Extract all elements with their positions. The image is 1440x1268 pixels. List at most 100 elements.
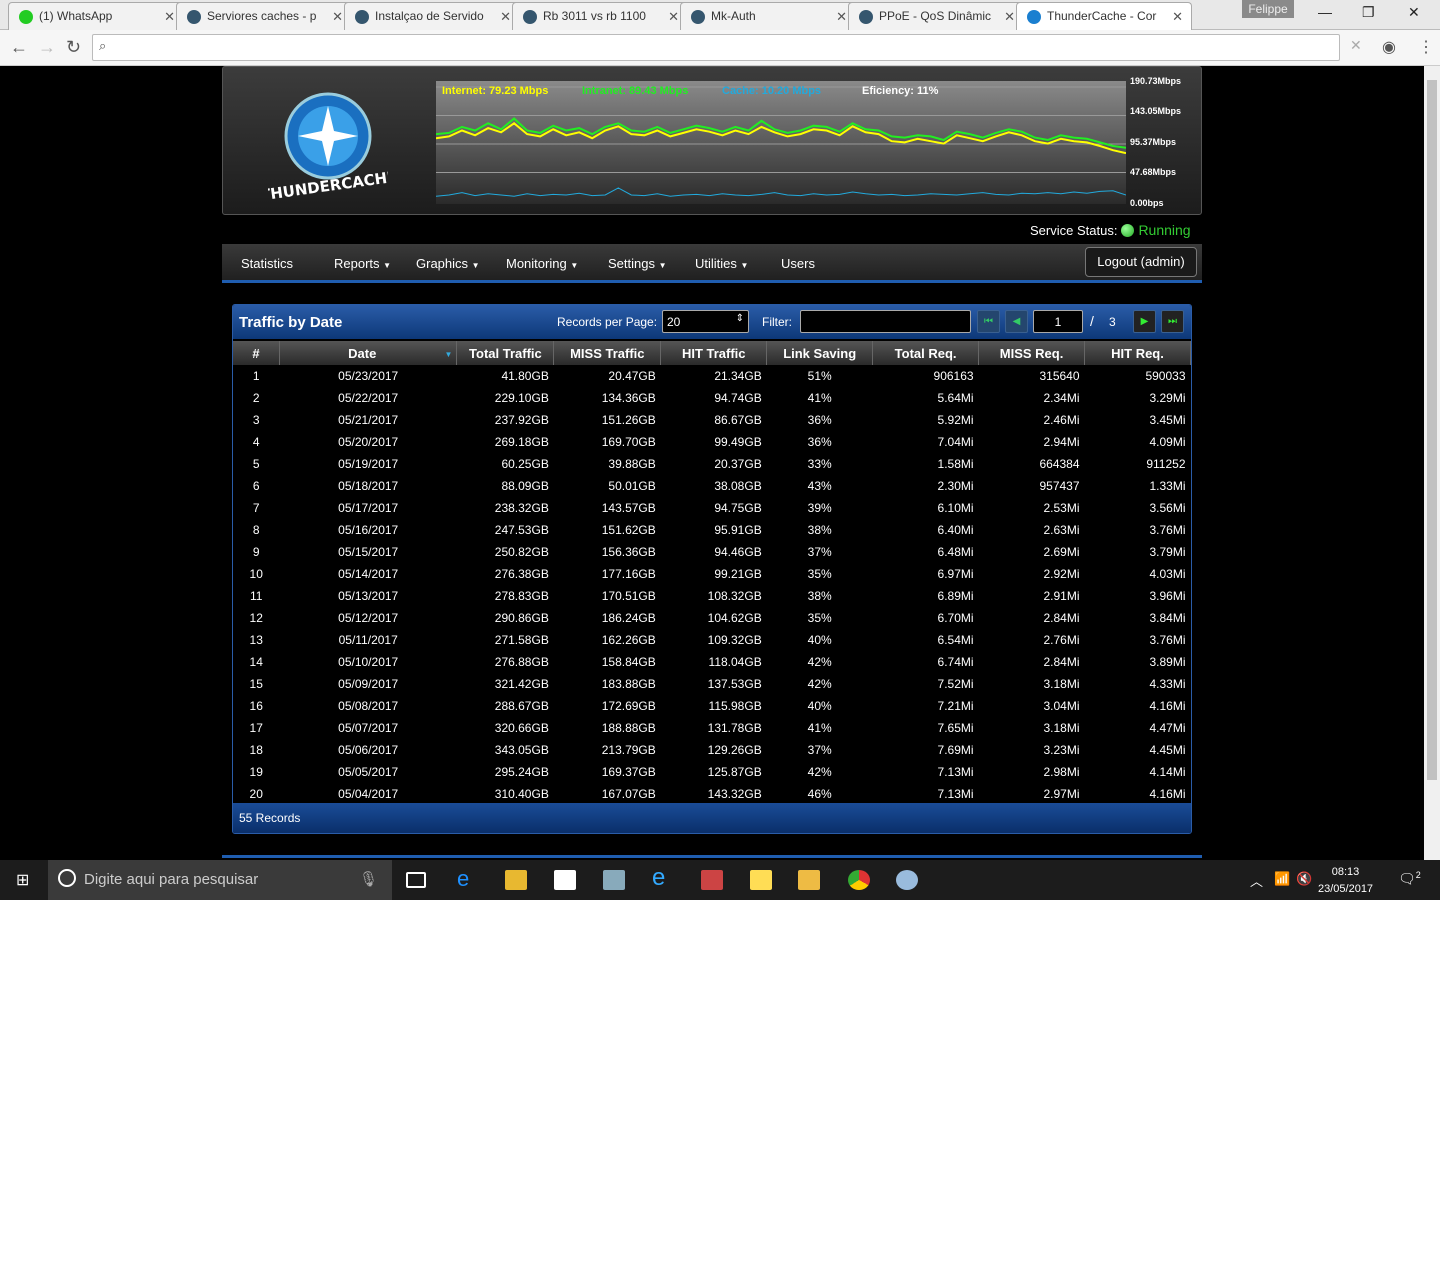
table-row[interactable]: 15 05/09/2017 321.42GB 183.88GB 137.53GB 42% 7…	[233, 673, 1191, 695]
close-window-button[interactable]: ✕	[1408, 4, 1420, 21]
internet-explorer-icon[interactable]: e	[652, 864, 674, 891]
browser-tab[interactable]: ThunderCache - Cor ✕	[1016, 2, 1192, 31]
table-row[interactable]: 19 05/05/2017 295.24GB 169.37GB 125.87GB 42% 7…	[233, 761, 1191, 783]
spinner-icon[interactable]: ⇕	[736, 313, 744, 324]
table-row[interactable]: 10 05/14/2017 276.38GB 177.16GB 99.21GB 35% 6.…	[233, 563, 1191, 585]
close-tab-icon[interactable]: ✕	[836, 9, 847, 25]
column-header[interactable]: Total Req.	[872, 341, 980, 365]
extension-icon-2[interactable]: ◉	[1382, 37, 1396, 57]
table-cell: 104.62GB	[707, 611, 762, 625]
network-icon[interactable]: 📶	[1274, 871, 1290, 887]
tab-label: Mk-Auth	[711, 9, 756, 23]
close-tab-icon[interactable]: ✕	[332, 9, 343, 25]
browser-tab[interactable]: Rb 3011 vs rb 1100 ✕	[512, 2, 688, 30]
records-per-page-input[interactable]: 20 ⇕	[662, 310, 749, 333]
table-row[interactable]: 13 05/11/2017 271.58GB 162.26GB 109.32GB 40% 6…	[233, 629, 1191, 651]
logout-button[interactable]: Logout (admin)	[1085, 247, 1197, 277]
menu-users[interactable]: Users	[781, 256, 815, 271]
filter-input[interactable]	[800, 310, 971, 333]
taskbar-search[interactable]: Digite aqui para pesquisar 🎙	[48, 860, 392, 900]
table-row[interactable]: 5 05/19/2017 60.25GB 39.88GB 20.37GB 33% 1.58M…	[233, 453, 1191, 475]
task-view-icon[interactable]	[406, 872, 426, 888]
profile-button[interactable]: Felippe	[1242, 0, 1294, 18]
table-row[interactable]: 7 05/17/2017 238.32GB 143.57GB 94.75GB 39% 6.1…	[233, 497, 1191, 519]
menu-reports[interactable]: Reports ▼	[334, 256, 391, 271]
column-header[interactable]: MISS Req.	[978, 341, 1086, 365]
tray-chevron-icon[interactable]: ︿	[1250, 871, 1263, 890]
mail-icon[interactable]	[798, 870, 820, 890]
menu-graphics[interactable]: Graphics ▼	[416, 256, 480, 271]
close-tab-icon[interactable]: ✕	[668, 9, 679, 25]
table-row[interactable]: 20 05/04/2017 310.40GB 167.07GB 143.32GB 46% 7…	[233, 783, 1191, 805]
reload-icon[interactable]: ↻	[66, 37, 81, 58]
table-row[interactable]: 3 05/21/2017 237.92GB 151.26GB 86.67GB 36% 5.9…	[233, 409, 1191, 431]
microphone-icon[interactable]: 🎙	[359, 870, 378, 888]
first-page-button[interactable]: ⏮	[977, 310, 1000, 333]
last-page-button[interactable]: ⏭	[1161, 310, 1184, 333]
browser-tab[interactable]: Instalçao de Servido ✕	[344, 2, 520, 30]
table-row[interactable]: 16 05/08/2017 288.67GB 172.69GB 115.98GB 40% 7…	[233, 695, 1191, 717]
menu-monitoring[interactable]: Monitoring ▼	[506, 256, 578, 271]
table-row[interactable]: 14 05/10/2017 276.88GB 158.84GB 118.04GB 42% 6…	[233, 651, 1191, 673]
table-row[interactable]: 12 05/12/2017 290.86GB 186.24GB 104.62GB 35% 6…	[233, 607, 1191, 629]
menu-icon[interactable]: ⋮	[1418, 37, 1434, 57]
table-row[interactable]: 18 05/06/2017 343.05GB 213.79GB 129.26GB 37% 7…	[233, 739, 1191, 761]
back-icon[interactable]: ←	[10, 37, 28, 58]
table-cell: 2.97Mi	[1043, 787, 1080, 801]
table-row[interactable]: 9 05/15/2017 250.82GB 156.36GB 94.46GB 37% 6.4…	[233, 541, 1191, 563]
table-cell: 109.32GB	[707, 633, 762, 647]
edge-icon[interactable]: e	[457, 866, 479, 891]
prev-page-button[interactable]: ◀	[1005, 310, 1028, 333]
volume-muted-icon[interactable]: 🔇	[1296, 871, 1312, 887]
column-header[interactable]: HIT Req.	[1084, 341, 1191, 365]
table-row[interactable]: 8 05/16/2017 247.53GB 151.62GB 95.91GB 38% 6.4…	[233, 519, 1191, 541]
column-header[interactable]: HIT Traffic	[660, 341, 768, 365]
close-tab-icon[interactable]: ✕	[1172, 9, 1183, 25]
minimize-button[interactable]: —	[1318, 4, 1332, 20]
table-row[interactable]: 4 05/20/2017 269.18GB 169.70GB 99.49GB 36% 7.0…	[233, 431, 1191, 453]
app-icon-2[interactable]	[701, 870, 723, 890]
store-icon[interactable]	[554, 870, 576, 890]
notification-count: 2	[1415, 870, 1421, 880]
browser-tab[interactable]: PPoE - QoS Dinâmic ✕	[848, 2, 1024, 30]
table-row[interactable]: 6 05/18/2017 88.09GB 50.01GB 38.08GB 43% 2.30M…	[233, 475, 1191, 497]
column-header[interactable]: Date ▼	[279, 341, 458, 365]
chrome-icon[interactable]	[848, 870, 870, 890]
column-header[interactable]: Link Saving	[766, 341, 874, 365]
menu-utilities[interactable]: Utilities ▼	[695, 256, 748, 271]
menu-statistics[interactable]: Statistics	[241, 256, 293, 271]
forward-icon[interactable]: →	[38, 37, 56, 58]
table-cell: 118.04GB	[708, 655, 762, 669]
maximize-button[interactable]: ❐	[1362, 4, 1375, 21]
column-header[interactable]: Total Traffic	[456, 341, 555, 365]
close-tab-icon[interactable]: ✕	[164, 9, 175, 25]
browser-tab[interactable]: Mk-Auth ✕	[680, 2, 856, 30]
close-tab-icon[interactable]: ✕	[500, 9, 511, 25]
file-explorer-icon[interactable]	[505, 870, 527, 890]
extension-icon[interactable]: ✕	[1350, 37, 1362, 54]
app-icon[interactable]	[603, 870, 625, 890]
address-bar[interactable]: ⌕	[92, 34, 1340, 61]
scrollbar-thumb[interactable]	[1427, 80, 1437, 780]
clock[interactable]: 08:13 23/05/2017	[1318, 864, 1373, 898]
notifications-icon[interactable]: 🗨2	[1398, 870, 1421, 888]
menu-settings[interactable]: Settings ▼	[608, 256, 667, 271]
table-row[interactable]: 17 05/07/2017 320.66GB 188.88GB 131.78GB 41% 7…	[233, 717, 1191, 739]
windows-start-icon[interactable]: ⊞	[16, 870, 29, 890]
close-tab-icon[interactable]: ✕	[1004, 9, 1015, 25]
table-row[interactable]: 2 05/22/2017 229.10GB 134.36GB 94.74GB 41% 5.6…	[233, 387, 1191, 409]
column-header[interactable]: MISS Traffic	[553, 341, 662, 365]
sticky-notes-icon[interactable]	[750, 870, 772, 890]
service-status-value: Running	[1138, 222, 1191, 238]
paint-icon[interactable]	[896, 870, 918, 890]
page-input[interactable]: 1	[1033, 310, 1083, 333]
table-row[interactable]: 11 05/13/2017 278.83GB 170.51GB 108.32GB 38% 6…	[233, 585, 1191, 607]
column-header[interactable]: #	[233, 341, 280, 365]
browser-tab[interactable]: (1) WhatsApp ✕	[8, 2, 184, 30]
table-cell: 99.21GB	[714, 567, 762, 581]
y-tick: 190.73Mbps	[1130, 76, 1182, 86]
page-scrollbar[interactable]	[1424, 66, 1440, 860]
browser-tab[interactable]: Serviores caches - p ✕	[176, 2, 352, 30]
next-page-button[interactable]: ▶	[1133, 310, 1156, 333]
table-row[interactable]: 1 05/23/2017 41.80GB 20.47GB 21.34GB 51% 90616…	[233, 365, 1191, 387]
